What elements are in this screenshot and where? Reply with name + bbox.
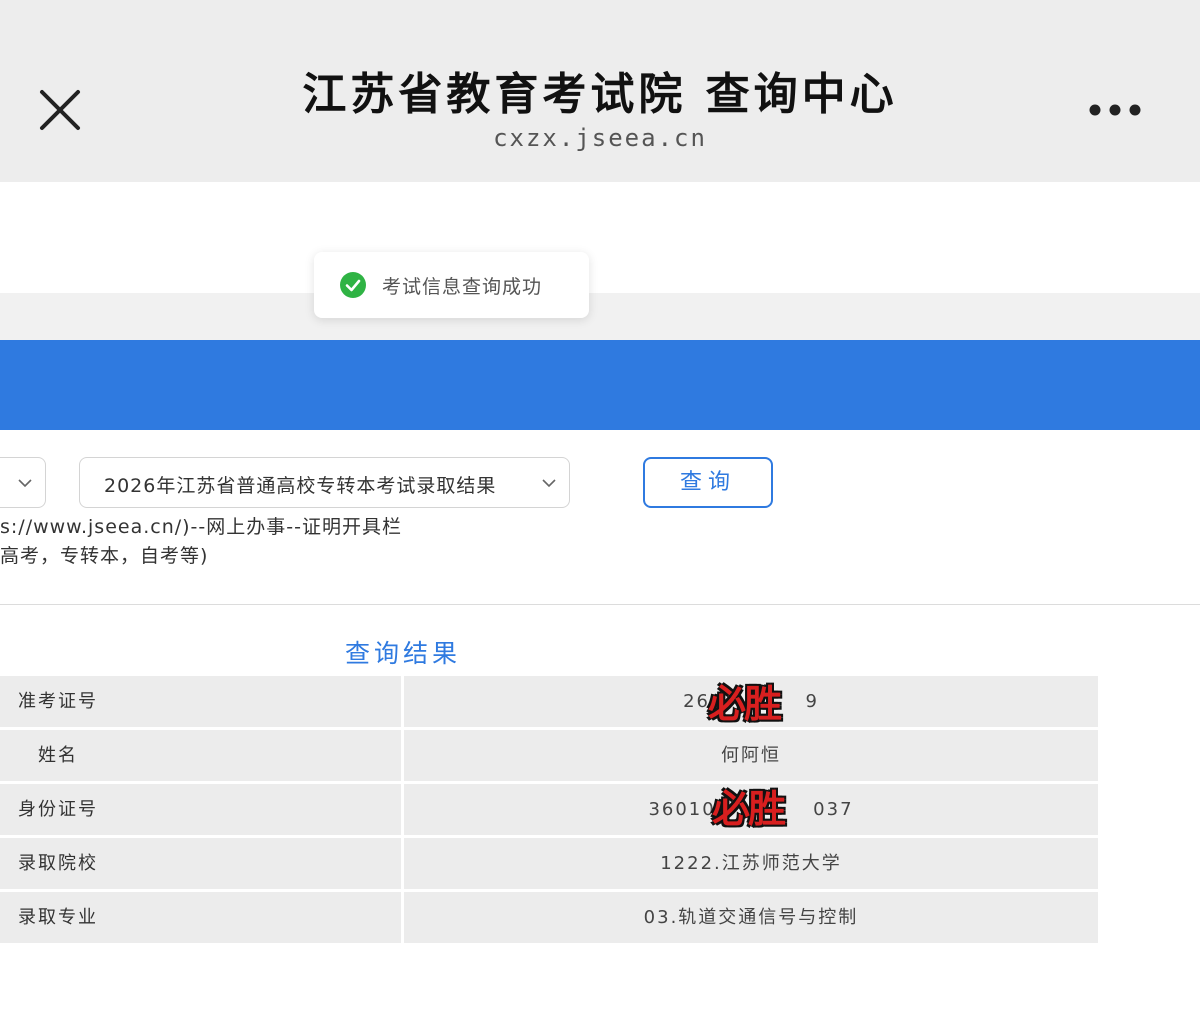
chevron-down-icon [15,473,35,497]
exam-select-value: 2026年江苏省普通高校专转本考试录取结果 [104,475,497,497]
row-value: 何阿恒 [404,730,1098,781]
row-label: 录取院校 [0,838,401,889]
more-options-icon[interactable] [1080,96,1150,126]
victory-sticker: 必胜 [712,786,786,831]
blue-banner [0,340,1200,430]
chevron-down-icon [539,473,559,497]
ticket-number-suffix: 9 [805,691,819,712]
toast-message: 考试信息查询成功 [382,275,543,298]
result-title: 查询结果 [344,639,461,668]
instruction-line-1: s://www.jseea.cn/)--网上办事--证明开具栏 [0,516,402,538]
row-label: 录取专业 [0,892,401,943]
gray-strip [0,293,1200,340]
row-label: 准考证号 [0,676,401,727]
victory-sticker: 必胜 [708,681,782,726]
result-table: 准考证号 261 9 姓名 何阿恒 身份证号 360102 037 录取院校 122… [0,676,1098,946]
table-row: 准考证号 261 9 [0,676,1098,727]
top-bar: 江苏省教育考试院 查询中心 cxzx.jseea.cn [0,0,1200,182]
table-row: 姓名 何阿恒 [0,730,1098,781]
id-number-suffix: 037 [813,799,854,820]
check-circle-icon [340,272,366,298]
row-value: 03.轨道交通信号与控制 [404,892,1098,943]
category-select[interactable] [0,457,46,508]
instruction-line-2: 高考，专转本，自考等) [0,545,209,567]
row-value: 1222.江苏师范大学 [404,838,1098,889]
page-url: cxzx.jseea.cn [493,124,707,152]
table-row: 录取院校 1222.江苏师范大学 [0,838,1098,889]
row-label: 身份证号 [0,784,401,835]
query-button[interactable]: 查询 [643,457,773,508]
page-title: 江苏省教育考试院 查询中心 [302,69,898,120]
row-label: 姓名 [0,730,401,781]
success-toast: 考试信息查询成功 [314,252,589,318]
table-row: 录取专业 03.轨道交通信号与控制 [0,892,1098,943]
divider [0,604,1200,605]
table-row: 身份证号 360102 037 [0,784,1098,835]
exam-select[interactable]: 2026年江苏省普通高校专转本考试录取结果 [79,457,570,508]
